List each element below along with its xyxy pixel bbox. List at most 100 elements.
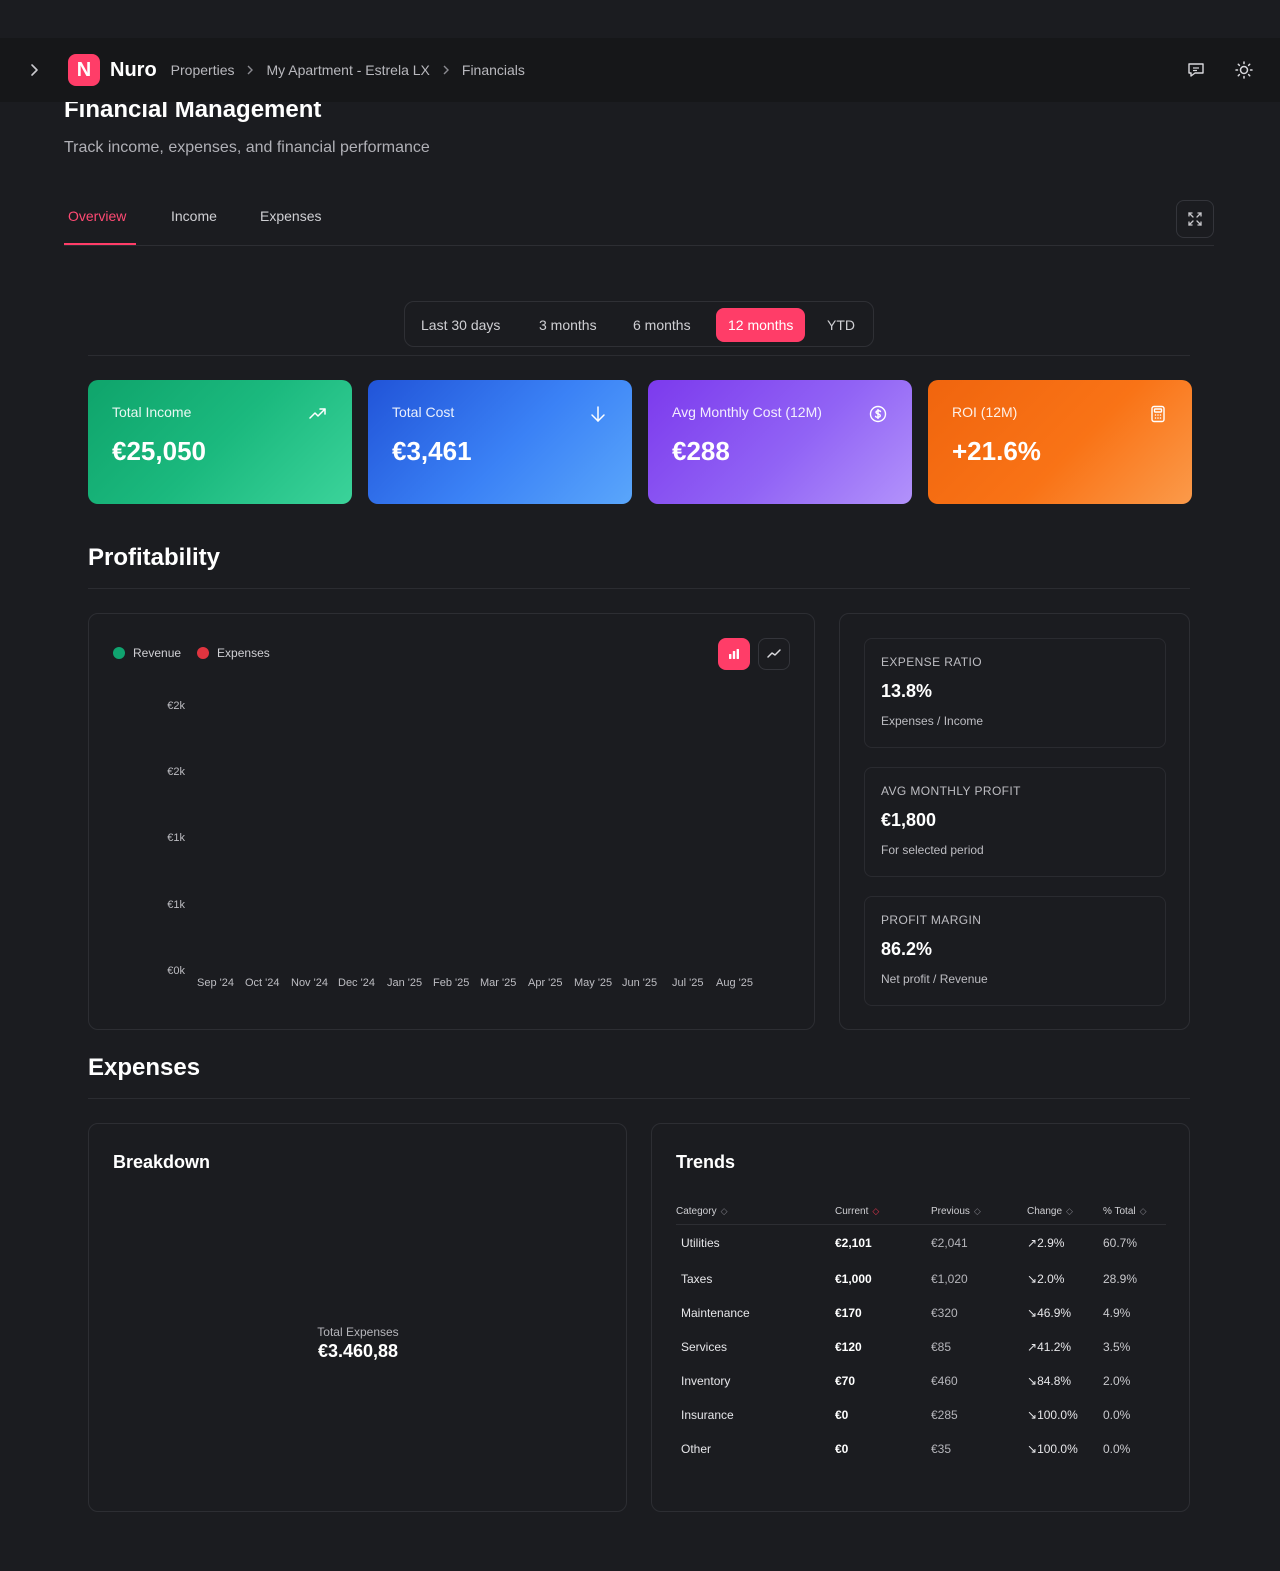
card-label: Total Cost xyxy=(392,404,455,420)
column-header-current[interactable]: Current ◇ xyxy=(835,1200,931,1225)
range-ytd[interactable]: YTD xyxy=(815,308,867,342)
table-row[interactable]: Inventory €70 €460 ↘84.8% 2.0% xyxy=(676,1364,1166,1398)
tab-expenses[interactable]: Expenses xyxy=(260,208,321,224)
cell-current: €0 xyxy=(835,1442,849,1456)
chat-icon[interactable] xyxy=(1184,58,1208,82)
y-tick-label: €2k xyxy=(167,766,185,778)
chart-legend: Revenue Expenses xyxy=(113,646,270,660)
legend-revenue[interactable]: Revenue xyxy=(113,646,181,660)
range-12-months[interactable]: 12 months xyxy=(716,308,806,342)
card-total-cost[interactable]: Total Cost €3,461 xyxy=(368,380,632,504)
table-row[interactable]: Other €0 €35 ↘100.0% 0.0% xyxy=(676,1432,1166,1466)
metric-value: €1,800 xyxy=(881,810,937,830)
y-tick-label: €1k xyxy=(167,899,185,911)
metric-label: PROFIT MARGIN xyxy=(881,913,982,927)
metric-value: 13.8% xyxy=(881,681,933,701)
trend-down-icon: ↘ xyxy=(1027,1442,1038,1456)
top-strip xyxy=(0,0,1280,38)
profitability-chart-panel: Revenue Expenses €2k €2k €1k €1k €0k Sep… xyxy=(88,613,815,1030)
table-row[interactable]: Services €120 €85 ↗41.2% 3.5% xyxy=(676,1330,1166,1364)
table-row[interactable]: Utilities €2,101 €2,041 ↗2.9% 60.7% xyxy=(676,1224,1166,1262)
cell-current: €120 xyxy=(835,1340,862,1354)
metric-label: AVG MONTHLY PROFIT xyxy=(881,784,1021,798)
legend-expenses[interactable]: Expenses xyxy=(197,646,270,660)
table-row[interactable]: Maintenance €170 €320 ↘46.9% 4.9% xyxy=(676,1296,1166,1330)
donut-center-summary: Total Expenses €3.460,88 xyxy=(89,1325,627,1362)
breadcrumb-property[interactable]: My Apartment - Estrela LX xyxy=(266,62,429,78)
trend-down-icon: ↘ xyxy=(1027,1272,1038,1286)
card-value: +21.6% xyxy=(952,436,1041,466)
cell-current: €0 xyxy=(835,1408,849,1422)
cell-pct-total: 0.0% xyxy=(1103,1408,1131,1422)
metric-sub: Net profit / Revenue xyxy=(881,972,988,986)
tab-overview[interactable]: Overview xyxy=(68,208,126,224)
trending-up-icon xyxy=(308,404,328,424)
range-6-months[interactable]: 6 months xyxy=(621,308,703,342)
line-chart-toggle-icon[interactable] xyxy=(758,638,790,670)
range-last-30-days[interactable]: Last 30 days xyxy=(409,308,512,342)
trend-down-icon: ↘ xyxy=(1027,1306,1038,1320)
metric-value: 86.2% xyxy=(881,939,933,959)
expenses-trends-panel: Trends Category ◇ Current ◇ Previous ◇ Chan… xyxy=(651,1123,1190,1512)
x-tick-label: Dec '24 xyxy=(338,977,375,989)
sort-icon: ◇ xyxy=(973,1206,981,1217)
cell-category: Other xyxy=(681,1442,712,1456)
cell-change: ↘84.8% xyxy=(1027,1374,1072,1388)
arrow-down-icon xyxy=(588,404,608,424)
trend-down-icon: ↘ xyxy=(1027,1374,1038,1388)
column-header-pct-total[interactable]: % Total ◇ xyxy=(1103,1200,1166,1225)
sidebar-toggle-chevron-icon[interactable] xyxy=(24,60,44,80)
fullscreen-expand-icon[interactable] xyxy=(1176,200,1214,238)
card-value: €25,050 xyxy=(112,436,206,466)
cell-pct-total: 28.9% xyxy=(1103,1272,1138,1286)
expenses-breakdown-panel: Breakdown Total Expenses €3.460,88 xyxy=(88,1123,627,1512)
app-logo[interactable]: N xyxy=(68,54,100,86)
card-total-income[interactable]: Total Income €25,050 xyxy=(88,380,352,504)
cell-category: Services xyxy=(681,1340,728,1354)
card-label: Avg Monthly Cost (12M) xyxy=(672,404,822,420)
sort-icon: ◇ xyxy=(1066,1206,1073,1217)
cell-category: Utilities xyxy=(681,1236,720,1251)
sort-active-icon: ◇ xyxy=(872,1206,880,1217)
x-tick-label: Aug '25 xyxy=(716,977,753,989)
cell-current: €70 xyxy=(835,1374,856,1388)
trends-title: Trends xyxy=(676,1152,736,1172)
tab-income[interactable]: Income xyxy=(171,208,217,224)
card-avg-monthly-cost[interactable]: Avg Monthly Cost (12M) €288 xyxy=(648,380,912,504)
bar-chart-toggle-icon[interactable] xyxy=(718,638,750,670)
cell-previous: €1,020 xyxy=(931,1272,968,1286)
card-roi[interactable]: ROI (12M) +21.6% xyxy=(928,380,1192,504)
metric-label: EXPENSE RATIO xyxy=(881,655,983,669)
cell-change: ↘46.9% xyxy=(1027,1306,1072,1320)
divider xyxy=(88,1098,1190,1099)
column-header-previous[interactable]: Previous ◇ xyxy=(931,1200,1027,1225)
metric-profit-margin: PROFIT MARGIN 86.2% Net profit / Revenue xyxy=(864,896,1166,1006)
sort-icon: ◇ xyxy=(720,1206,728,1217)
cell-change: ↘100.0% xyxy=(1027,1408,1078,1422)
breakdown-title: Breakdown xyxy=(113,1152,211,1172)
breadcrumb-properties[interactable]: Properties xyxy=(171,62,235,78)
range-3-months[interactable]: 3 months xyxy=(527,308,609,342)
table-row[interactable]: Insurance €0 €285 ↘100.0% 0.0% xyxy=(676,1398,1166,1432)
table-row[interactable]: Taxes €1,000 €1,020 ↘2.0% 28.9% xyxy=(676,1262,1166,1296)
x-tick-label: Mar '25 xyxy=(480,977,517,989)
cell-pct-total: 3.5% xyxy=(1103,1340,1131,1354)
chevron-right-icon xyxy=(244,64,256,76)
cell-change: ↘2.0% xyxy=(1027,1272,1065,1286)
cell-pct-total: 60.7% xyxy=(1103,1236,1138,1251)
trend-up-icon: ↗ xyxy=(1027,1340,1038,1354)
trend-up-icon: ↗ xyxy=(1027,1236,1038,1251)
metric-sub: For selected period xyxy=(881,843,984,857)
divider xyxy=(88,355,1190,356)
cell-category: Inventory xyxy=(681,1374,731,1388)
cell-previous: €320 xyxy=(931,1306,958,1320)
section-title-expenses: Expenses xyxy=(88,1054,201,1081)
column-header-change[interactable]: Change ◇ xyxy=(1027,1200,1103,1225)
column-header-category[interactable]: Category ◇ xyxy=(676,1200,835,1225)
theme-sun-icon[interactable] xyxy=(1232,58,1256,82)
card-value: €3,461 xyxy=(392,436,472,466)
tab-active-indicator xyxy=(64,243,136,245)
brand-name[interactable]: Nuro xyxy=(110,59,157,82)
chevron-right-icon xyxy=(440,64,452,76)
y-tick-label: €1k xyxy=(167,832,185,844)
